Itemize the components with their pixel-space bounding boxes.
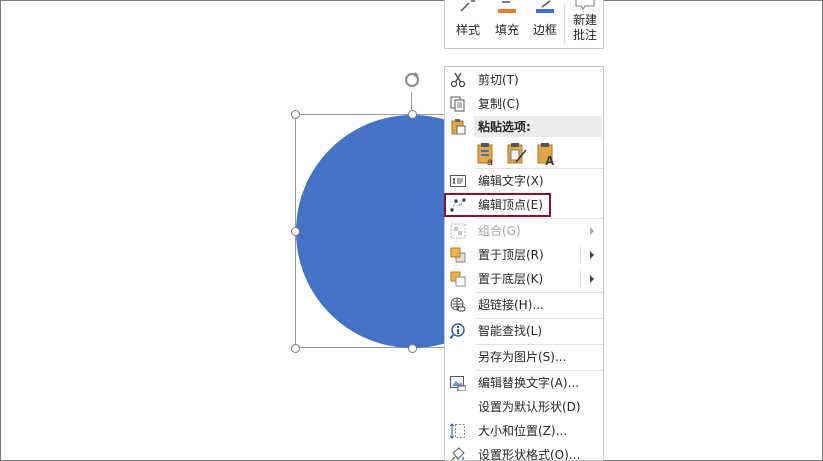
split-divider — [580, 247, 581, 263]
edit-points-highlight — [444, 193, 551, 217]
edit-text-icon — [450, 175, 466, 187]
resize-handle-top[interactable] — [408, 110, 417, 119]
paste-picture-icon[interactable] — [506, 142, 528, 166]
new-comment-label-line1: 新建 — [572, 13, 597, 27]
menu-item-label: 组合(G) — [478, 224, 521, 238]
format-shape-icon — [451, 447, 465, 460]
style-icon — [460, 0, 475, 12]
paste-options-label: 粘贴选项: — [478, 120, 531, 134]
menu-item-edit-text[interactable]: 编辑文字(X) — [445, 170, 603, 192]
menu-item-copy[interactable]: 复制(C) — [445, 93, 603, 115]
style-label: 样式 — [455, 23, 480, 37]
menu-item-label: 置于顶层(R) — [478, 248, 544, 262]
paste-options-header: 粘贴选项: — [474, 116, 602, 137]
menu-divider — [475, 218, 603, 219]
paste-icon — [451, 119, 466, 135]
style-button[interactable]: 样式 — [449, 0, 487, 48]
resize-handle-bottom-left[interactable] — [291, 344, 300, 353]
svg-text:a: a — [487, 157, 493, 166]
fill-button[interactable]: 填充 — [488, 0, 526, 48]
menu-item-label: 设置形状格式(O)... — [478, 448, 581, 461]
split-divider — [580, 271, 581, 287]
submenu-arrow-icon[interactable] — [590, 251, 594, 259]
menu-item-save-as-picture[interactable]: 另存为图片(S)... — [445, 346, 603, 368]
menu-item-smart-lookup[interactable]: 智能查找(L) — [445, 320, 603, 342]
resize-handle-top-left[interactable] — [291, 110, 300, 119]
comment-icon — [575, 0, 595, 10]
new-comment-label-line2: 批注 — [572, 28, 597, 42]
scissors-icon — [450, 72, 466, 88]
menu-item-label: 大小和位置(Z)... — [478, 424, 568, 438]
menu-item-send-to-back[interactable]: 置于底层(K) — [445, 268, 603, 290]
outline-button[interactable]: 边框 — [527, 0, 563, 48]
menu-item-set-default-shape[interactable]: 设置为默认形状(D) — [445, 396, 603, 418]
paste-keep-text-only-icon[interactable]: A — [536, 142, 558, 166]
bring-to-front-icon — [450, 247, 466, 263]
menu-item-bring-to-front[interactable]: 置于顶层(R) — [445, 244, 603, 266]
new-comment-button[interactable]: 新建 批注 — [566, 0, 604, 48]
menu-item-cut[interactable]: 剪切(T) — [445, 69, 603, 91]
menu-item-label: 编辑替换文字(A)... — [478, 376, 580, 390]
menu-divider — [475, 344, 603, 345]
context-menu: 剪切(T) 复制(C) 粘贴选项: a A 编辑文字(X) 编辑顶点(E) 组合… — [444, 66, 604, 461]
fill-bucket-icon — [498, 1, 516, 13]
menu-item-edit-alt-text[interactable]: 编辑替换文字(A)... — [445, 372, 603, 394]
submenu-arrow-icon — [590, 227, 594, 235]
smart-lookup-icon — [450, 323, 465, 339]
menu-item-size-and-position[interactable]: 大小和位置(Z)... — [445, 420, 603, 442]
fill-label: 填充 — [494, 23, 519, 37]
submenu-arrow-icon[interactable] — [590, 275, 594, 283]
svg-text:A: A — [545, 153, 555, 166]
menu-divider — [475, 318, 603, 319]
menu-item-format-shape[interactable]: 设置形状格式(O)... — [445, 444, 603, 461]
menu-item-hyperlink[interactable]: 超链接(H)... — [445, 294, 603, 316]
menu-divider — [475, 292, 603, 293]
send-to-back-icon — [450, 271, 466, 287]
size-position-icon — [450, 423, 465, 439]
menu-item-label: 智能查找(L) — [478, 324, 543, 338]
group-icon — [450, 223, 466, 239]
outline-label: 边框 — [532, 23, 557, 37]
copy-icon — [450, 96, 465, 112]
menu-item-label: 超链接(H)... — [478, 298, 544, 312]
outline-pen-icon — [536, 0, 554, 13]
resize-handle-left[interactable] — [291, 227, 300, 236]
toolbar-divider — [564, 4, 565, 44]
menu-item-label: 编辑文字(X) — [478, 174, 544, 188]
menu-item-label: 复制(C) — [478, 97, 520, 111]
menu-item-label: 另存为图片(S)... — [478, 350, 567, 364]
mini-toolbar: 样式 填充 边框 新建 批注 — [444, 0, 604, 49]
alt-text-icon — [450, 376, 466, 391]
menu-divider — [475, 168, 603, 169]
paste-use-destination-theme-icon[interactable]: a — [476, 142, 498, 166]
menu-item-label: 剪切(T) — [478, 73, 519, 87]
resize-handle-bottom[interactable] — [408, 344, 417, 353]
menu-item-label: 置于底层(K) — [478, 272, 544, 286]
menu-item-label: 设置为默认形状(D) — [478, 400, 581, 414]
menu-divider — [475, 370, 603, 371]
rotate-icon[interactable] — [402, 70, 422, 90]
hyperlink-icon — [450, 297, 466, 312]
menu-item-group[interactable]: 组合(G) — [445, 220, 603, 242]
